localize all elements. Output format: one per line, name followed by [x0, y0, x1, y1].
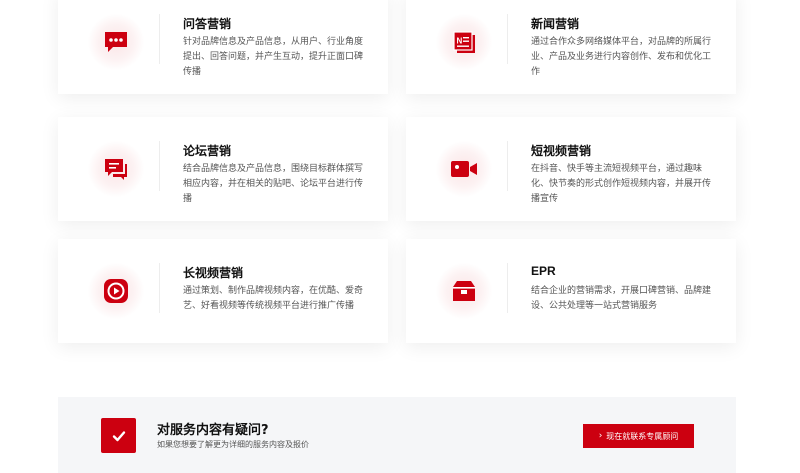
- news-icon: N: [436, 14, 492, 70]
- chevron-right-icon: ›: [598, 431, 603, 441]
- card-description: 通过策划、制作品牌视频内容，在优酷、爱奇艺、好看视频等传统视频平台进行推广传播: [183, 286, 364, 311]
- card-divider: [159, 141, 160, 191]
- card-title: 短视频营销: [531, 144, 592, 158]
- card-title: 问答营销: [183, 17, 232, 31]
- service-card-news[interactable]: N 新闻营销 通过合作众多网络媒体平台，对品牌的所属行业、产品及业务进行内容创作…: [406, 0, 736, 94]
- card-title: 长视频营销: [183, 266, 244, 280]
- card-description: 结合品牌信息及产品信息，围绕目标群体撰写相应内容，并在相关的贴吧、论坛平台进行传…: [183, 164, 364, 204]
- card-divider: [507, 14, 508, 64]
- service-card-long-video[interactable]: 长视频营销 通过策划、制作品牌视频内容，在优酷、爱奇艺、好看视频等传统视频平台进…: [58, 239, 388, 343]
- card-divider: [159, 263, 160, 313]
- service-card-qa[interactable]: 问答营销 针对品牌信息及产品信息，从用户、行业角度提出、回答问题，并产生互动，提…: [58, 0, 388, 94]
- banner-title: 对服务内容有疑问?: [157, 423, 269, 438]
- service-card-short-video[interactable]: 短视频营销 在抖音、快手等主流短视频平台，通过趣味化、快节奏的形式创作短视频内容…: [406, 117, 736, 221]
- banner-subtitle: 如果您想要了解更为详细的服务内容及报价: [157, 440, 309, 449]
- service-card-forum[interactable]: 论坛营销 结合品牌信息及产品信息，围绕目标群体撰写相应内容，并在相关的贴吧、论坛…: [58, 117, 388, 221]
- check-icon: [101, 418, 136, 453]
- card-divider: [159, 14, 160, 64]
- card-title: EPR: [531, 264, 556, 278]
- card-divider: [507, 263, 508, 313]
- contact-banner: 对服务内容有疑问? 如果您想要了解更为详细的服务内容及报价 › 现在就联系专属顾…: [58, 397, 736, 473]
- card-description: 针对品牌信息及产品信息，从用户、行业角度提出、回答问题，并产生互动，提升正面口碑…: [183, 37, 364, 77]
- play-icon: [88, 263, 144, 319]
- card-description: 在抖音、快手等主流短视频平台，通过趣味化、快节奏的形式创作短视频内容，并展开传播…: [531, 164, 712, 204]
- contact-advisor-button-label: 现在就联系专属顾问: [606, 431, 679, 441]
- service-card-epr[interactable]: EPR 结合企业的营销需求，开展口碑营销、品牌建设、公共处理等一站式营销服务: [406, 239, 736, 343]
- card-title: 论坛营销: [183, 144, 232, 158]
- box-icon: [436, 263, 492, 319]
- card-title: 新闻营销: [531, 17, 580, 31]
- video-camera-icon: [436, 141, 492, 197]
- card-description: 通过合作众多网络媒体平台，对品牌的所属行业、产品及业务进行内容创作、发布和优化工…: [531, 37, 712, 77]
- card-divider: [507, 141, 508, 191]
- forum-icon: [88, 141, 144, 197]
- contact-advisor-button[interactable]: › 现在就联系专属顾问: [583, 424, 694, 448]
- svg-text:N: N: [457, 37, 463, 46]
- chat-bubble-icon: [88, 14, 144, 70]
- card-description: 结合企业的营销需求，开展口碑营销、品牌建设、公共处理等一站式营销服务: [531, 286, 712, 311]
